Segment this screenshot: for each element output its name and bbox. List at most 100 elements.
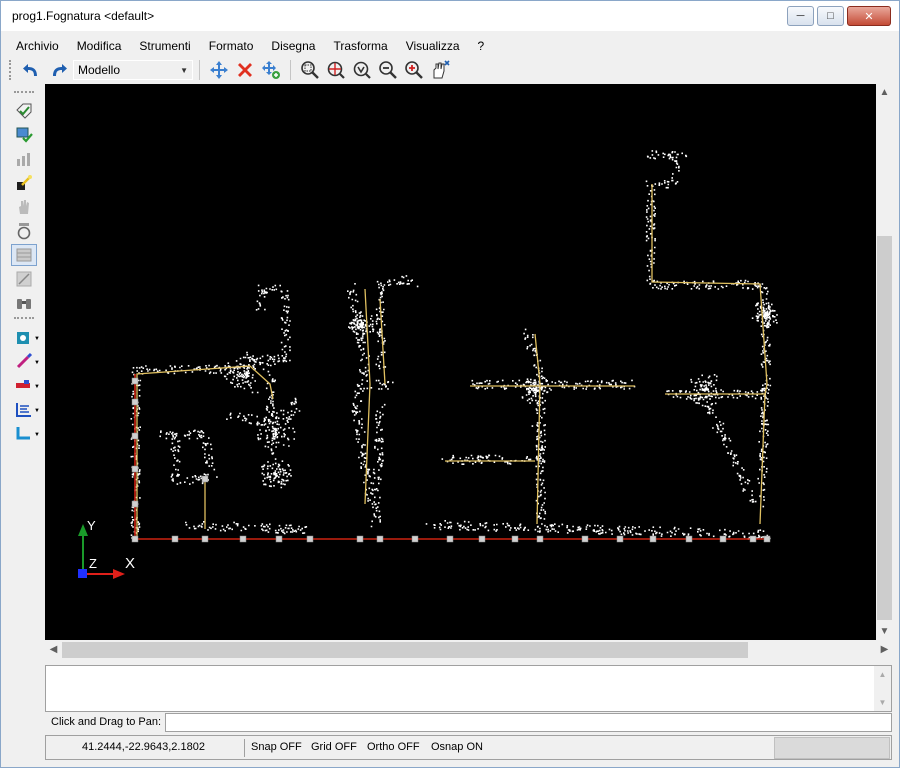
- chart-button[interactable]: [11, 148, 37, 170]
- scroll-up-icon[interactable]: ▲: [874, 666, 891, 683]
- toolbar-grip[interactable]: [9, 60, 13, 80]
- zoom-center-icon: [327, 61, 345, 79]
- tile-button[interactable]: [11, 268, 37, 290]
- pipe-button[interactable]: ▼: [11, 374, 40, 396]
- manhole-node: [306, 535, 314, 543]
- manhole-node: [581, 535, 589, 543]
- minimize-button[interactable]: ─: [787, 6, 814, 26]
- manhole-icon: [17, 223, 31, 240]
- manhole-node: [131, 535, 139, 543]
- drawing-canvas[interactable]: Y Z X: [45, 84, 876, 640]
- chart-icon: [17, 153, 30, 166]
- manhole-button[interactable]: [11, 220, 37, 242]
- main-toolbar: Modello ▼: [9, 58, 453, 82]
- menu-help[interactable]: ?: [469, 36, 494, 56]
- scroll-down-icon[interactable]: ▼: [874, 694, 891, 711]
- manhole-node: [275, 535, 283, 543]
- manhole-node: [411, 535, 419, 543]
- scroll-left-icon[interactable]: ◀: [45, 641, 62, 658]
- zoom-window-button[interactable]: [297, 59, 323, 81]
- menu-formato[interactable]: Formato: [200, 36, 263, 56]
- zoom-extents-button[interactable]: [349, 59, 375, 81]
- properties-button[interactable]: [11, 100, 37, 122]
- menu-disegna[interactable]: Disegna: [262, 36, 324, 56]
- brush-icon: [16, 352, 33, 369]
- menu-modifica[interactable]: Modifica: [68, 36, 131, 56]
- left-toolbar-grip[interactable]: [14, 91, 34, 95]
- binoculars-icon: [17, 299, 31, 309]
- command-history-scrollbar[interactable]: ▲ ▼: [874, 666, 891, 711]
- chevron-down-icon: ▼: [180, 65, 188, 75]
- menu-visualizza[interactable]: Visualizza: [397, 36, 469, 56]
- menu-archivio[interactable]: Archivio: [7, 36, 68, 56]
- cam-button[interactable]: ▼: [11, 326, 40, 348]
- command-input[interactable]: [165, 713, 892, 732]
- binoculars-button[interactable]: [11, 292, 37, 314]
- brush-button[interactable]: ▼: [11, 350, 40, 372]
- space-select-value: Modello: [78, 63, 121, 77]
- redo-button[interactable]: [45, 59, 71, 81]
- command-history[interactable]: ▲ ▼: [45, 665, 892, 712]
- toolbar-separator: [290, 60, 291, 80]
- vertical-scrollbar[interactable]: ▲ ▼: [876, 84, 893, 640]
- undo-button[interactable]: [19, 59, 45, 81]
- left-toolbar-grip[interactable]: [14, 317, 34, 321]
- manhole-node: [131, 398, 139, 406]
- window-controls: ─ □ ✕: [787, 6, 891, 26]
- manhole-node: [478, 535, 486, 543]
- point-cloud-drawing: Y Z X: [78, 150, 778, 579]
- wand-button[interactable]: [11, 172, 37, 194]
- grid-select-button[interactable]: [11, 244, 37, 266]
- check-button[interactable]: [11, 124, 37, 146]
- menu-strumenti[interactable]: Strumenti: [130, 36, 199, 56]
- snap-toggle[interactable]: Snap OFF: [251, 741, 302, 753]
- menu-trasforma[interactable]: Trasforma: [324, 36, 396, 56]
- copy-move-button[interactable]: [258, 59, 284, 81]
- zoom-center-button[interactable]: [323, 59, 349, 81]
- hand-button[interactable]: [11, 196, 37, 218]
- manhole-node: [131, 500, 139, 508]
- tile-icon: [16, 271, 32, 287]
- profile-button[interactable]: ▼: [11, 398, 40, 420]
- delete-button[interactable]: [232, 59, 258, 81]
- scroll-down-icon[interactable]: ▼: [876, 623, 893, 640]
- delete-icon: [238, 63, 252, 77]
- pan-icon: [433, 60, 450, 79]
- check-icon: [16, 127, 33, 143]
- maximize-button[interactable]: □: [817, 6, 844, 26]
- manhole-node: [536, 535, 544, 543]
- scroll-right-icon[interactable]: ▶: [876, 641, 893, 658]
- ortho-toggle[interactable]: Ortho OFF: [367, 741, 420, 753]
- grid-toggle[interactable]: Grid OFF: [311, 741, 357, 753]
- scroll-up-icon[interactable]: ▲: [876, 84, 893, 101]
- manhole-node: [171, 535, 179, 543]
- manhole-node: [201, 475, 209, 483]
- status-panel: [774, 737, 890, 759]
- manhole-node: [616, 535, 624, 543]
- pan-button[interactable]: [427, 59, 453, 81]
- vertical-scroll-thumb[interactable]: [877, 236, 892, 620]
- undo-icon: [23, 64, 37, 76]
- horizontal-scroll-thumb[interactable]: [62, 642, 748, 658]
- menu-bar: Archivio Modifica Strumenti Formato Dise…: [7, 36, 493, 56]
- redo-icon: [53, 64, 67, 76]
- app-window: prog1.Fognatura <default> ─ □ ✕ Archivio…: [0, 0, 900, 768]
- close-button[interactable]: ✕: [847, 6, 891, 26]
- zoom-in-button[interactable]: [401, 59, 427, 81]
- zoom-window-icon: [301, 61, 319, 79]
- chevron-down-icon: ▼: [34, 408, 40, 414]
- status-separator: [244, 739, 245, 757]
- connection-button[interactable]: ▼: [11, 422, 40, 444]
- manhole-node: [511, 535, 519, 543]
- move-button[interactable]: [206, 59, 232, 81]
- manhole-node: [131, 377, 139, 385]
- z-axis-marker: [78, 569, 87, 578]
- zoom-out-button[interactable]: [375, 59, 401, 81]
- cam-icon: [17, 332, 29, 344]
- osnap-toggle[interactable]: Osnap ON: [431, 741, 483, 753]
- chevron-down-icon: ▼: [34, 432, 40, 438]
- manhole-node: [131, 465, 139, 473]
- horizontal-scrollbar[interactable]: ◀ ▶: [45, 641, 893, 659]
- space-select[interactable]: Modello ▼: [73, 60, 193, 80]
- title-bar: prog1.Fognatura <default> ─ □ ✕: [1, 1, 899, 31]
